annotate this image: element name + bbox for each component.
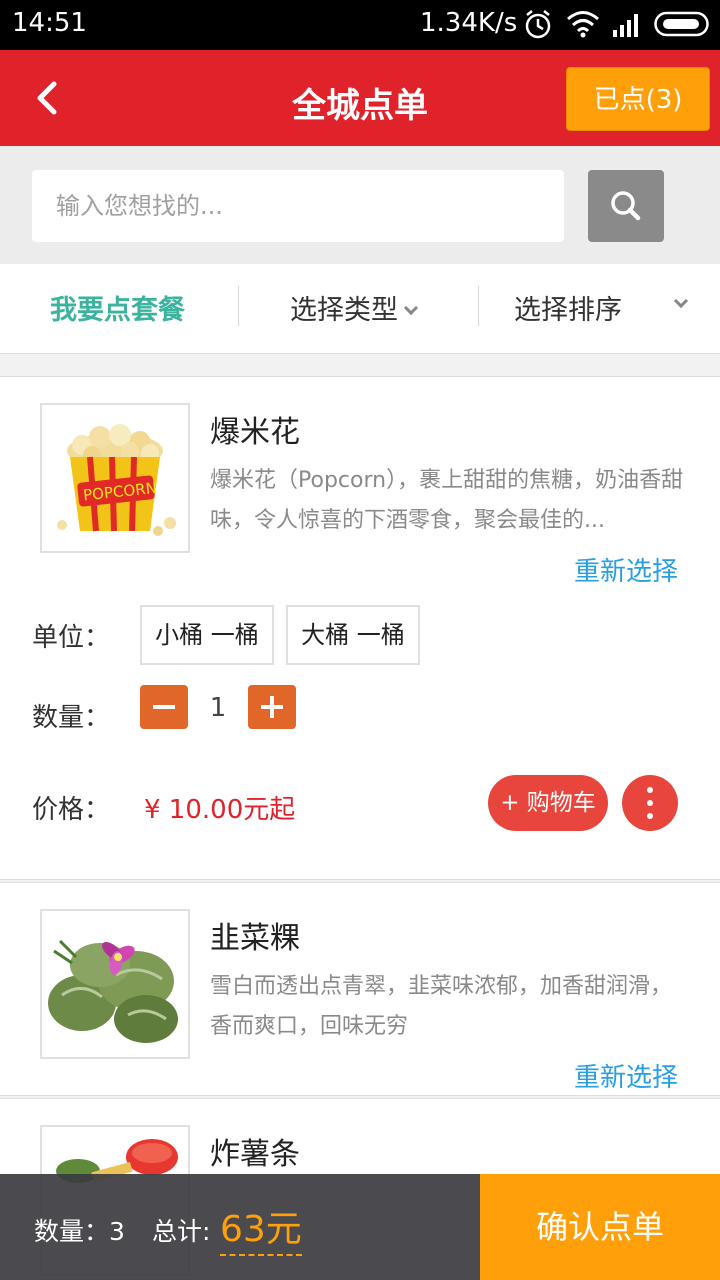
signal-icon xyxy=(613,14,638,37)
total-quantity: 数量：3 xyxy=(34,1217,125,1246)
app-header: 全城点单 已点(3) xyxy=(0,50,720,146)
unit-option-small[interactable]: 小桶 一桶 xyxy=(140,605,274,665)
quantity-label: 数量： xyxy=(32,703,111,733)
increase-quantity-button[interactable] xyxy=(248,685,296,729)
reselect-link[interactable]: 重新选择 xyxy=(574,551,678,588)
search-input[interactable] xyxy=(32,170,564,242)
reselect-link[interactable]: 重新选择 xyxy=(574,1057,678,1094)
combo-meal-filter[interactable]: 我要点套餐 xyxy=(50,288,185,327)
combo-meal-label: 我要点套餐 xyxy=(50,295,185,326)
order-summary-bar: 数量：3 总计: 63元 确认点单 xyxy=(0,1174,720,1280)
search-icon xyxy=(611,191,641,221)
item-name: 韭菜粿 xyxy=(210,921,300,956)
filter-divider xyxy=(478,286,479,326)
status-network-speed: 1.34K/s xyxy=(420,8,518,38)
type-filter[interactable]: 选择类型 xyxy=(290,288,419,327)
chevron-down-icon xyxy=(403,300,419,316)
item-name: 爆米花 xyxy=(210,415,300,450)
popcorn-image: POPCORN xyxy=(40,403,190,553)
filter-bar: 我要点套餐 选择类型 选择排序 xyxy=(0,264,720,354)
item-description: 爆米花（Popcorn），裹上甜甜的焦糖，奶油香甜味，令人惊喜的下酒零食，聚会最… xyxy=(210,468,684,533)
more-options-button[interactable] xyxy=(622,775,678,831)
battery-icon xyxy=(654,11,709,37)
chive-cake-image xyxy=(40,909,190,1059)
item-description: 雪白而透出点青翠，韭菜味浓郁，加香甜润滑，香而爽口，回味无穷 xyxy=(210,974,673,1039)
plus-icon xyxy=(261,696,283,718)
price-label: 价格： xyxy=(32,795,111,825)
status-time: 14:51 xyxy=(12,8,87,38)
quantity-value: 1 xyxy=(209,693,227,723)
search-area xyxy=(0,146,720,264)
total-amount: 63元 xyxy=(220,1200,302,1256)
search-button[interactable] xyxy=(588,170,664,242)
type-filter-label: 选择类型 xyxy=(290,295,398,326)
sort-filter[interactable]: 选择排序 xyxy=(514,288,622,327)
total-label: 总计: xyxy=(152,1217,211,1246)
item-price: ¥ 10.00元起 xyxy=(144,795,296,825)
chevron-down-icon[interactable] xyxy=(673,293,689,309)
confirm-order-button[interactable]: 确认点单 xyxy=(480,1174,720,1280)
decrease-quantity-button[interactable] xyxy=(140,685,188,729)
item-name: 炸薯条 xyxy=(210,1137,300,1172)
unit-label: 单位： xyxy=(32,623,111,653)
unit-option-large[interactable]: 大桶 一桶 xyxy=(286,605,420,665)
minus-icon xyxy=(153,705,175,709)
add-to-cart-button[interactable]: + 购物车 xyxy=(488,775,608,831)
menu-item-card: 韭菜粿 雪白而透出点青翠，韭菜味浓郁，加香甜润滑，香而爽口，回味无穷 重新选择 xyxy=(0,882,720,1096)
ordered-items-button[interactable]: 已点(3) xyxy=(566,67,710,131)
status-bar: 14:51 1.34K/s xyxy=(0,0,720,50)
wifi-icon xyxy=(567,11,599,38)
sort-filter-label: 选择排序 xyxy=(514,295,622,326)
order-summary: 数量：3 总计: 63元 xyxy=(0,1174,480,1280)
menu-item-card: POPCORN 爆米花 爆米花（Popcorn），裹上甜甜的焦糖，奶油香甜味，令… xyxy=(0,376,720,880)
alarm-icon xyxy=(525,10,551,39)
filter-divider xyxy=(238,286,239,326)
